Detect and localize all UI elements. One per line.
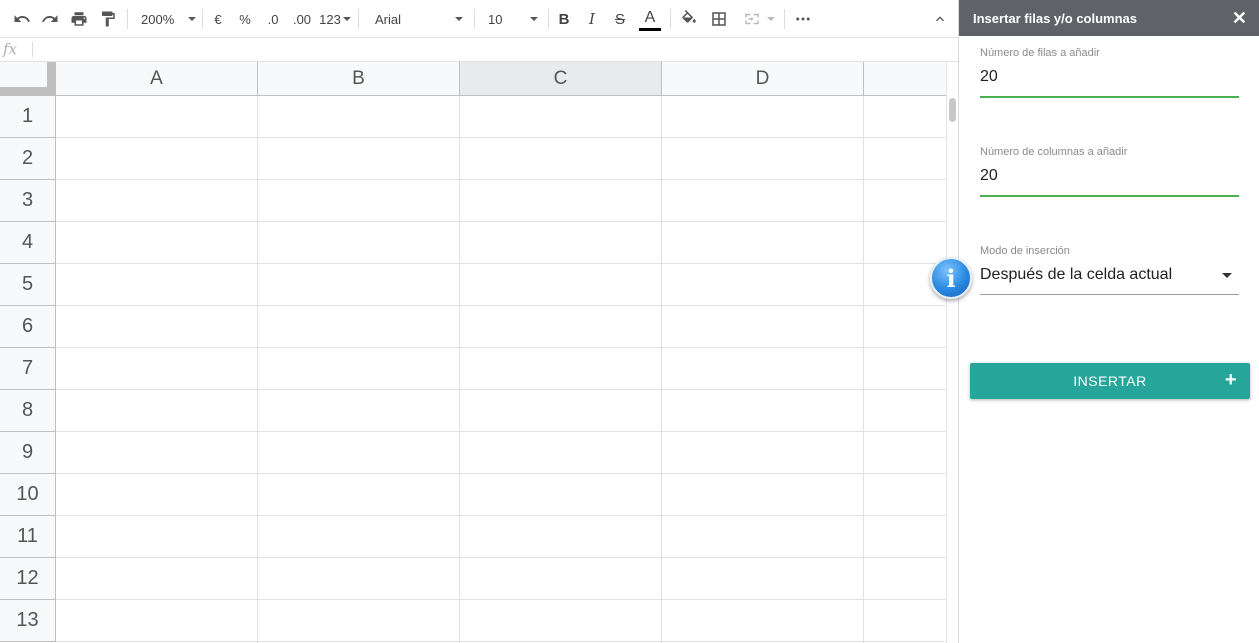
close-icon[interactable]: ✕ (1232, 9, 1247, 27)
column-header-e[interactable] (864, 62, 946, 96)
currency-format-button[interactable]: € (209, 0, 227, 38)
increase-decimal-button[interactable]: .00 (290, 0, 314, 38)
borders-icon[interactable] (708, 0, 730, 38)
row-header-11[interactable]: 11 (0, 516, 56, 558)
chevron-down-icon (530, 17, 538, 21)
merge-cells-icon[interactable] (738, 0, 778, 38)
select-all-corner[interactable] (0, 62, 56, 96)
toolbar: 200% € % .0 .00 123 Arial 10 B I S A (0, 0, 958, 38)
row-header-1[interactable]: 1 (0, 96, 56, 138)
bold-button[interactable]: B (555, 0, 573, 38)
row-header-2[interactable]: 2 (0, 138, 56, 180)
row-header-3[interactable]: 3 (0, 180, 56, 222)
increase-decimal-label: .00 (292, 11, 312, 27)
row-header-13[interactable]: 13 (0, 600, 56, 642)
grid-line (56, 515, 946, 516)
chevron-down-icon (342, 17, 351, 21)
column-header-a[interactable]: A (56, 62, 258, 96)
grid-line (56, 641, 946, 642)
grid-line (56, 599, 946, 600)
grid-line (56, 347, 946, 348)
redo-icon[interactable] (38, 0, 62, 38)
zoom-select[interactable]: 200% (135, 0, 197, 38)
spreadsheet-grid[interactable]: A B C D 1 2 3 4 5 6 7 8 9 10 11 12 13 (0, 62, 946, 643)
number-format-select[interactable]: 123 (318, 0, 352, 38)
scrollbar-thumb[interactable] (949, 98, 956, 122)
column-header-d[interactable]: D (662, 62, 864, 96)
vertical-scrollbar[interactable] (946, 62, 958, 643)
formula-bar[interactable]: fx (0, 38, 958, 62)
info-icon[interactable]: i (930, 257, 972, 299)
frozen-column-handle[interactable] (47, 62, 56, 88)
grid-line (56, 137, 946, 138)
percent-format-button[interactable]: % (236, 0, 254, 38)
rows-input[interactable]: 20 (980, 68, 1239, 98)
mode-value: Después de la celda actual (980, 266, 1173, 283)
zoom-value: 200% (141, 11, 175, 27)
fill-color-icon[interactable] (678, 0, 700, 38)
grid-line (56, 263, 946, 264)
plus-icon: + (1224, 369, 1237, 391)
print-icon[interactable] (66, 0, 92, 38)
column-header-c[interactable]: C (460, 62, 662, 96)
decrease-decimal-label: .0 (267, 11, 279, 27)
rows-field[interactable]: Número de filas a añadir 20 (980, 47, 1239, 98)
column-header-b[interactable]: B (258, 62, 460, 96)
row-header-6[interactable]: 6 (0, 306, 56, 348)
strikethrough-button[interactable]: S (611, 0, 629, 38)
insert-button[interactable]: INSERTAR + (970, 363, 1250, 399)
row-header-7[interactable]: 7 (0, 348, 56, 390)
grid-line (56, 221, 946, 222)
text-color-glyph: A (644, 8, 656, 26)
grid-line (56, 305, 946, 306)
mode-select[interactable]: Después de la celda actual (980, 266, 1239, 295)
font-size-value: 10 (488, 11, 503, 27)
row-header-9[interactable]: 9 (0, 432, 56, 474)
paint-format-icon[interactable] (96, 0, 120, 38)
chevron-down-icon (1222, 272, 1232, 278)
grid-line (56, 389, 946, 390)
row-header-5[interactable]: 5 (0, 264, 56, 306)
row-header-4[interactable]: 4 (0, 222, 56, 264)
insert-button-label: INSERTAR (1073, 373, 1147, 389)
grid-line (56, 473, 946, 474)
columns-field[interactable]: Número de columnas a añadir 20 (980, 146, 1239, 197)
italic-button[interactable]: I (583, 0, 601, 38)
text-color-swatch (639, 27, 661, 31)
insert-rows-columns-panel: Insertar filas y/o columnas ✕ Número de … (958, 0, 1259, 643)
formula-divider (32, 42, 33, 57)
panel-header: Insertar filas y/o columnas ✕ (959, 0, 1259, 36)
mode-label: Modo de inserción (980, 245, 1070, 257)
grid-line (56, 557, 946, 558)
collapse-icon[interactable] (928, 0, 952, 38)
panel-title: Insertar filas y/o columnas (973, 10, 1138, 26)
frozen-row-handle[interactable] (0, 87, 56, 96)
columns-input[interactable]: 20 (980, 167, 1239, 197)
font-size-select[interactable]: 10 (482, 0, 540, 38)
row-header-12[interactable]: 12 (0, 558, 56, 600)
info-glyph: i (946, 263, 956, 293)
chevron-down-icon (188, 17, 197, 21)
chevron-down-icon (455, 17, 463, 21)
decrease-decimal-button[interactable]: .0 (262, 0, 284, 38)
columns-label: Número de columnas a añadir (980, 146, 1128, 158)
fx-icon: fx (3, 40, 18, 58)
row-header-10[interactable]: 10 (0, 474, 56, 516)
more-icon[interactable] (791, 0, 815, 38)
undo-icon[interactable] (10, 0, 34, 38)
grid-line (56, 179, 946, 180)
row-header-8[interactable]: 8 (0, 390, 56, 432)
number-format-label: 123 (319, 11, 341, 27)
mode-field[interactable]: Modo de inserción Después de la celda ac… (980, 245, 1239, 295)
grid-line (56, 431, 946, 432)
chevron-down-icon (766, 17, 775, 21)
font-select[interactable]: Arial (368, 0, 466, 38)
text-color-button[interactable]: A (638, 0, 662, 38)
font-value: Arial (375, 11, 402, 27)
rows-label: Número de filas a añadir (980, 47, 1100, 59)
